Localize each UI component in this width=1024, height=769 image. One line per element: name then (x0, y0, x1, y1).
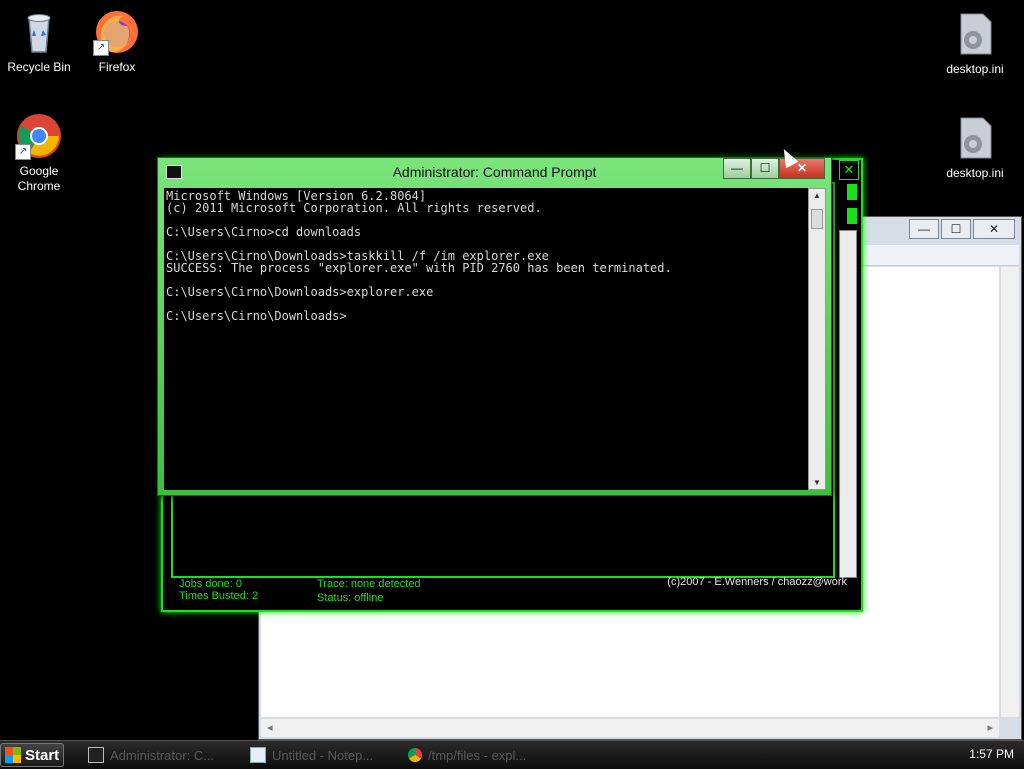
taskbar-item-explorer[interactable]: /tmp/files - expl... (408, 745, 526, 765)
scroll-left-icon[interactable]: ◂ (267, 721, 273, 734)
task-label: /tmp/files - expl... (428, 747, 527, 763)
shortcut-arrow-icon: ↗ (93, 40, 109, 56)
jobs-done-text: Jobs done: 0 (179, 578, 242, 590)
task-label: Administrator: C... (110, 747, 215, 763)
vertical-scrollbar[interactable]: ▲ ▼ (808, 188, 826, 490)
firefox-label: Firefox (98, 60, 136, 74)
start-button[interactable]: Start (0, 743, 64, 767)
desktop-ini-label: desktop.ini (946, 166, 1004, 180)
recycle-bin-label: Recycle Bin (7, 60, 71, 74)
vertical-scrollbar[interactable] (839, 230, 857, 578)
scroll-tab (847, 184, 857, 200)
chrome-label: Google Chrome (17, 164, 61, 193)
minimize-button[interactable]: — (909, 219, 939, 239)
title-bar[interactable]: Administrator: Command Prompt — ☐ ✕ (158, 158, 831, 186)
scroll-up-icon[interactable]: ▲ (809, 191, 825, 200)
task-label: Untitled - Notep... (272, 747, 374, 763)
desktop-ini-label: desktop.ini (946, 62, 1004, 76)
cmd-icon (88, 747, 104, 763)
minimize-button[interactable]: — (723, 158, 751, 179)
trace-text: Trace: none detected (317, 578, 421, 590)
vertical-scrollbar[interactable] (1000, 267, 1019, 717)
taskbar: Start Administrator: C... Untitled - Not… (0, 740, 1024, 769)
credit-text: (c)2007 - E.Wenners / chaozz@work (667, 576, 847, 588)
times-busted-text: Times Busted: 2 (179, 590, 259, 602)
settings-file-icon (951, 114, 999, 162)
horizontal-scrollbar[interactable]: ◂ ▸ (261, 718, 999, 737)
window-controls: — ☐ ✕ (909, 219, 1015, 239)
desktop-icon-recycle-bin[interactable]: Recycle Bin (0, 8, 78, 75)
maximize-button[interactable]: ☐ (751, 158, 779, 179)
desktop-icon-firefox[interactable]: ↗ Firefox (78, 8, 156, 75)
command-prompt-window[interactable]: Administrator: Command Prompt — ☐ ✕ Micr… (157, 157, 832, 496)
desktop-icon-desktop-ini-2[interactable]: desktop.ini (936, 114, 1014, 181)
close-button[interactable]: ✕ (839, 160, 859, 180)
notepad-icon (250, 747, 266, 763)
windows-logo-icon (5, 747, 21, 763)
scroll-tab (847, 208, 857, 224)
window-controls: — ☐ ✕ (723, 158, 825, 179)
status-text: Status: offline (317, 592, 384, 604)
desktop-icon-desktop-ini-1[interactable]: desktop.ini (936, 10, 1014, 77)
chrome-icon: ↗ (15, 112, 63, 160)
maximize-button[interactable]: ☐ (941, 219, 971, 239)
scroll-thumb[interactable] (811, 209, 823, 229)
close-button[interactable]: ✕ (973, 219, 1015, 239)
settings-file-icon (951, 10, 999, 58)
scroll-right-icon[interactable]: ▸ (987, 721, 993, 734)
chrome-icon (408, 748, 422, 762)
recycle-bin-icon (15, 8, 63, 56)
scroll-down-icon[interactable]: ▼ (809, 478, 825, 487)
console-output[interactable]: Microsoft Windows [Version 6.2.8064] (c)… (164, 188, 809, 490)
desktop-icon-chrome[interactable]: ↗ Google Chrome (0, 112, 78, 194)
taskbar-item-cmd[interactable]: Administrator: C... (88, 745, 214, 765)
firefox-icon: ↗ (93, 8, 141, 56)
start-label: Start (25, 746, 60, 764)
clock[interactable]: 1:57 PM (969, 747, 1014, 761)
taskbar-item-notepad[interactable]: Untitled - Notep... (250, 745, 373, 765)
console-text: Microsoft Windows [Version 6.2.8064] (c)… (166, 189, 672, 323)
shortcut-arrow-icon: ↗ (15, 144, 31, 160)
